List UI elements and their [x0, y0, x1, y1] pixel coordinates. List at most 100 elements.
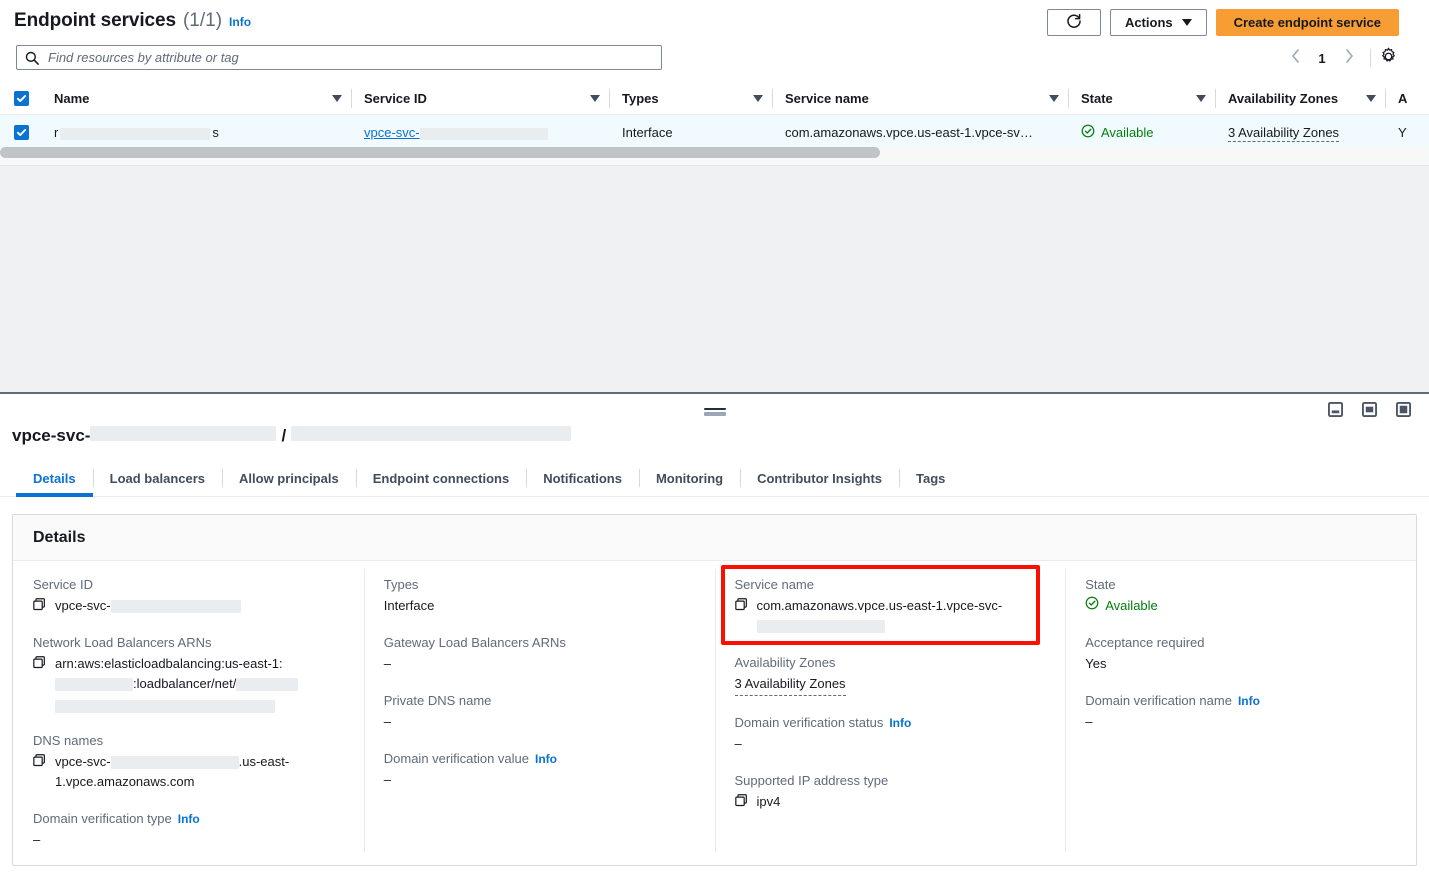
field-supported-ip-address-type-value: ipv4 [757, 792, 1046, 812]
column-header-name[interactable]: Name [42, 83, 352, 115]
sort-caret-icon[interactable] [590, 95, 600, 102]
field-nlb-arns: Network Load Balancers ARNs arn:aws:elas… [33, 635, 344, 714]
pagination-prev-button[interactable] [1282, 45, 1308, 71]
field-domain-verification-value-label: Domain verification value Info [384, 751, 695, 766]
copy-icon[interactable] [33, 656, 46, 669]
field-types-value: Interface [384, 596, 435, 616]
field-service-id-value: vpce-svc- [55, 596, 344, 616]
actions-dropdown-button[interactable]: Actions [1110, 9, 1207, 36]
tab-notifications[interactable]: Notifications [526, 460, 639, 496]
split-side-icon[interactable] [1362, 402, 1377, 417]
status-check-icon [1085, 596, 1099, 616]
table-preferences-button[interactable] [1379, 47, 1401, 69]
chevron-left-icon [1291, 49, 1300, 68]
field-types-label: Types [384, 577, 695, 592]
info-link[interactable]: Info [1238, 694, 1260, 708]
sort-caret-icon[interactable] [332, 95, 342, 102]
field-domain-verification-type-label: Domain verification type Info [33, 811, 344, 826]
field-service-id: Service ID vpce-svc- [33, 577, 344, 616]
table-header-row: Name Service ID Types [0, 83, 1429, 115]
split-bottom-icon[interactable] [1328, 402, 1343, 417]
create-endpoint-service-button[interactable]: Create endpoint service [1216, 9, 1399, 36]
column-header-service-name-label: Service name [785, 91, 869, 106]
split-panel-title-separator: / [281, 426, 286, 446]
field-domain-verification-value: Domain verification value Info – [384, 751, 695, 790]
redacted-value [111, 600, 241, 613]
label-text: Domain verification type [33, 811, 172, 826]
tab-endpoint-connections[interactable]: Endpoint connections [356, 460, 527, 496]
tab-load-balancers[interactable]: Load balancers [93, 460, 222, 496]
page-title: Endpoint services [14, 10, 176, 32]
copy-icon[interactable] [735, 794, 748, 807]
availability-zones-popover-link[interactable]: 3 Availability Zones [1228, 125, 1339, 142]
field-domain-verification-type: Domain verification type Info – [33, 811, 344, 850]
field-nlb-arns-value: arn:aws:elasticloadbalancing:us-east-1::… [55, 654, 344, 714]
status-badge: Available [1105, 596, 1158, 616]
field-domain-verification-status: Domain verification status Info – [735, 715, 1046, 754]
header-info-link[interactable]: Info [229, 15, 251, 29]
search-box[interactable] [16, 45, 662, 70]
table-horizontal-scrollbar[interactable] [0, 146, 1429, 159]
column-header-state[interactable]: State [1069, 83, 1216, 115]
panel-resize-handle[interactable] [704, 408, 726, 416]
availability-zones-popover-link[interactable]: 3 Availability Zones [735, 674, 846, 696]
redacted-value [111, 756, 239, 769]
column-header-service-id[interactable]: Service ID [352, 83, 610, 115]
field-service-name: Service name com.amazonaws.vpce.us-east-… [735, 577, 1046, 636]
details-column-1: Service ID vpce-svc- Network Load Balanc… [13, 577, 364, 866]
service-id-prefix: vpce-svc- [364, 125, 420, 140]
drag-bar-bottom [704, 412, 726, 416]
column-header-service-name[interactable]: Service name [773, 83, 1069, 115]
select-all-checkbox[interactable] [14, 91, 29, 106]
endpoint-services-table-panel: Endpoint services (1/1) Info Actions Cre [0, 0, 1429, 166]
tab-details[interactable]: Details [16, 460, 93, 496]
tab-allow-principals[interactable]: Allow principals [222, 460, 356, 496]
field-service-name-value: com.amazonaws.vpce.us-east-1.vpce-svc- [757, 596, 1046, 636]
redacted-name [60, 128, 210, 140]
cell-name-prefix: r [54, 125, 58, 140]
pagination-next-button[interactable] [1336, 45, 1362, 71]
sort-caret-icon[interactable] [1366, 95, 1376, 102]
actions-label: Actions [1125, 15, 1173, 30]
tab-contributor-insights[interactable]: Contributor Insights [740, 460, 899, 496]
sort-caret-icon[interactable] [753, 95, 763, 102]
info-link[interactable]: Info [178, 812, 200, 826]
field-acceptance-required-label: Acceptance required [1085, 635, 1396, 650]
field-dns-names-value: vpce-svc-.us-east-1.vpce.amazonaws.com [55, 752, 344, 792]
refresh-button[interactable] [1047, 9, 1101, 36]
field-supported-ip-address-type: Supported IP address type ipv4 [735, 773, 1046, 812]
tab-tags[interactable]: Tags [899, 460, 962, 496]
column-header-availability-zones-label: Availability Zones [1228, 91, 1338, 106]
column-header-types[interactable]: Types [610, 83, 773, 115]
refresh-icon [1066, 13, 1082, 32]
field-private-dns-name: Private DNS name – [384, 693, 695, 732]
copy-icon[interactable] [33, 598, 46, 611]
tab-monitoring[interactable]: Monitoring [639, 460, 740, 496]
field-domain-verification-status-value: – [735, 734, 742, 754]
split-full-icon[interactable] [1396, 402, 1411, 417]
search-input[interactable] [46, 49, 653, 66]
select-all-header [0, 83, 42, 115]
column-header-availability-zones[interactable]: Availability Zones [1216, 83, 1386, 115]
label-text: Domain verification name [1085, 693, 1232, 708]
redacted-service-display-name [291, 426, 571, 441]
label-text: Domain verification status [735, 715, 884, 730]
sort-caret-icon[interactable] [1049, 95, 1059, 102]
scrollbar-thumb[interactable] [0, 147, 880, 158]
sort-caret-icon[interactable] [1196, 95, 1206, 102]
pagination: 1 [1282, 45, 1401, 71]
info-link[interactable]: Info [535, 752, 557, 766]
info-link[interactable]: Info [889, 716, 911, 730]
column-header-acceptance-required[interactable]: A [1386, 83, 1429, 115]
gear-icon [1379, 47, 1398, 69]
page-count: (1/1) [183, 10, 222, 32]
copy-icon[interactable] [735, 598, 748, 611]
pagination-page-1[interactable]: 1 [1310, 51, 1334, 66]
row-checkbox[interactable] [14, 125, 29, 140]
pagination-divider [1370, 49, 1371, 67]
service-id-link[interactable]: vpce-svc- [364, 125, 548, 140]
copy-icon[interactable] [33, 754, 46, 767]
endpoint-services-table: Name Service ID Types [0, 83, 1429, 151]
dns-prefix: vpce-svc- [55, 754, 111, 769]
details-card-title: Details [13, 515, 1416, 561]
